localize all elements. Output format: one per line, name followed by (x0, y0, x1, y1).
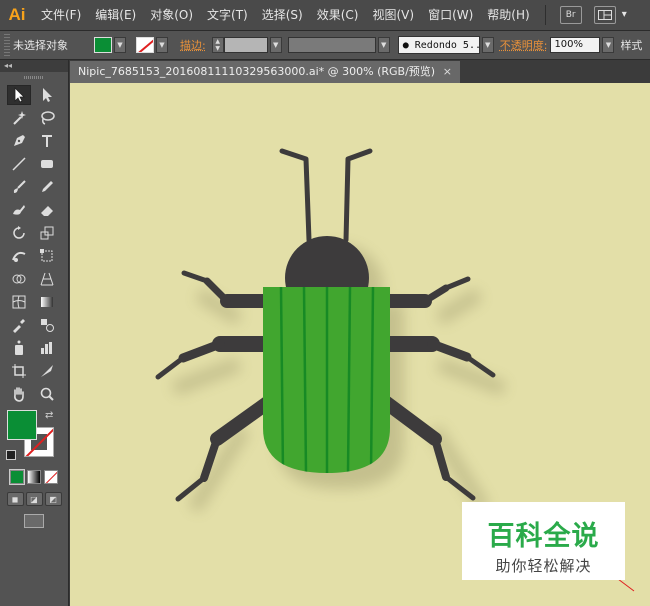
stroke-dropdown-icon[interactable]: ▼ (156, 37, 168, 53)
blend-tool-icon[interactable] (35, 315, 59, 335)
pen-tool-icon[interactable] (7, 131, 31, 151)
bridge-icon[interactable]: Br (559, 6, 582, 24)
paintbrush-tool-icon[interactable] (7, 177, 31, 197)
rotate-tool-icon[interactable] (7, 223, 31, 243)
selection-tool-icon[interactable] (7, 85, 31, 105)
opacity-field[interactable]: 100% (550, 37, 601, 53)
draw-behind-icon[interactable]: ◪ (25, 492, 43, 506)
warp-tool-icon[interactable] (7, 246, 31, 266)
tools-collapse-icon[interactable]: ◂◂ (0, 60, 68, 72)
menu-window[interactable]: 窗口(W) (421, 0, 480, 30)
menu-select[interactable]: 选择(S) (255, 0, 310, 30)
slice-tool-icon[interactable] (35, 361, 59, 381)
opacity-dropdown-icon[interactable]: ▼ (602, 37, 615, 53)
document-tab[interactable]: Nipic_7685153_20160811110329563000.ai* @… (70, 61, 460, 83)
artboard-canvas[interactable]: 百科全说 助你轻松解决 (70, 83, 650, 606)
stroke-label[interactable]: 描边: (180, 37, 206, 53)
arrange-dropdown-icon[interactable]: ▾ (622, 0, 627, 30)
fill-stroke-area: ⇄ (0, 410, 68, 466)
menu-object[interactable]: 对象(O) (143, 0, 200, 30)
draw-inside-icon[interactable]: ◩ (44, 492, 62, 506)
right-antenna (343, 148, 373, 243)
mesh-tool-icon[interactable] (7, 292, 31, 312)
artboard-tool-icon[interactable] (7, 361, 31, 381)
magic-wand-tool-icon[interactable] (7, 108, 31, 128)
fill-dropdown-icon[interactable]: ▼ (114, 37, 126, 53)
eyedropper-tool-icon[interactable] (7, 315, 31, 335)
document-tab-title: Nipic_7685153_20160811110329563000.ai* @… (78, 65, 436, 78)
gradient-tool-icon[interactable] (35, 292, 59, 312)
menu-separator (544, 5, 546, 25)
watermark-box: 百科全说 助你轻松解决 (462, 502, 625, 580)
direct-selection-tool-icon[interactable] (35, 85, 59, 105)
menu-bar: Ai 文件(F) 编辑(E) 对象(O) 文字(T) 选择(S) 效果(C) 视… (0, 0, 650, 30)
brush-definition[interactable]: ● Redondo 5... (397, 36, 487, 54)
free-transform-tool-icon[interactable] (35, 246, 59, 266)
style-label[interactable]: 样式 (620, 37, 642, 53)
type-tool-icon[interactable] (35, 131, 59, 151)
variable-width-profile[interactable] (287, 37, 376, 53)
draw-normal-icon[interactable]: ◼ (6, 492, 24, 506)
arrange-documents-icon[interactable] (593, 6, 616, 24)
stroke-weight-field[interactable] (223, 37, 268, 53)
illustrator-window: Ai 文件(F) 编辑(E) 对象(O) 文字(T) 选择(S) 效果(C) 视… (0, 0, 650, 606)
menu-edit[interactable]: 编辑(E) (88, 0, 143, 30)
blob-brush-tool-icon[interactable] (7, 200, 31, 220)
menu-effect[interactable]: 效果(C) (310, 0, 366, 30)
fill-color-box[interactable] (7, 410, 37, 440)
watermark-subtitle: 助你轻松解决 (495, 557, 592, 575)
watermark-title: 百科全说 (487, 521, 600, 552)
default-fill-stroke-icon[interactable] (6, 450, 16, 460)
menu-view[interactable]: 视图(V) (365, 0, 421, 30)
eraser-tool-icon[interactable] (35, 200, 59, 220)
close-tab-icon[interactable]: × (443, 61, 452, 83)
perspective-grid-tool-icon[interactable] (35, 269, 59, 289)
stroke-weight-stepper[interactable]: ▲ ▼ (211, 37, 224, 53)
menu-type[interactable]: 文字(T) (200, 0, 255, 30)
hand-tool-icon[interactable] (7, 384, 31, 404)
control-bar-grip[interactable] (4, 34, 10, 56)
guide-line (617, 578, 635, 592)
menu-file[interactable]: 文件(F) (34, 0, 88, 30)
stroke-weight-dropdown-icon[interactable]: ▼ (269, 37, 282, 53)
swap-fill-stroke-icon[interactable]: ⇄ (45, 410, 53, 421)
symbol-sprayer-tool-icon[interactable] (7, 338, 31, 358)
stroke-swatch[interactable] (136, 37, 154, 53)
control-bar: 未选择对象 ▼ ▼ 描边: ▲ ▼ ▼ ▼ ● Redondo 5... ▼ 不透… (0, 30, 650, 60)
rectangle-tool-icon[interactable] (35, 154, 59, 174)
drawing-modes-row: ◼ ◪ ◩ (0, 492, 68, 506)
selection-status: 未选择对象 (13, 39, 68, 52)
gradient-mode-icon[interactable] (27, 470, 41, 484)
opacity-label[interactable]: 不透明度: (500, 37, 548, 53)
app-logo: Ai (8, 5, 26, 24)
brush-dropdown-icon[interactable]: ▼ (481, 37, 494, 53)
line-tool-icon[interactable] (7, 154, 31, 174)
screen-mode-icon[interactable] (24, 514, 44, 528)
shape-builder-tool-icon[interactable] (7, 269, 31, 289)
none-mode-icon[interactable] (44, 470, 58, 484)
left-antenna (279, 148, 312, 243)
tools-grip[interactable] (24, 76, 44, 79)
tools-panel: ◂◂ ⇄ ◼ ◪ ◩ (0, 60, 69, 606)
scale-tool-icon[interactable] (35, 223, 59, 243)
column-graph-tool-icon[interactable] (35, 338, 59, 358)
menu-help[interactable]: 帮助(H) (480, 0, 536, 30)
tool-grid (0, 85, 68, 404)
fill-swatch[interactable] (94, 37, 112, 53)
zoom-tool-icon[interactable] (35, 384, 59, 404)
profile-dropdown-icon[interactable]: ▼ (377, 37, 390, 53)
lasso-tool-icon[interactable] (35, 108, 59, 128)
pencil-tool-icon[interactable] (35, 177, 59, 197)
document-tab-bar: Nipic_7685153_20160811110329563000.ai* @… (70, 60, 650, 83)
color-mode-icon[interactable] (9, 469, 25, 485)
color-mode-row (0, 469, 68, 485)
